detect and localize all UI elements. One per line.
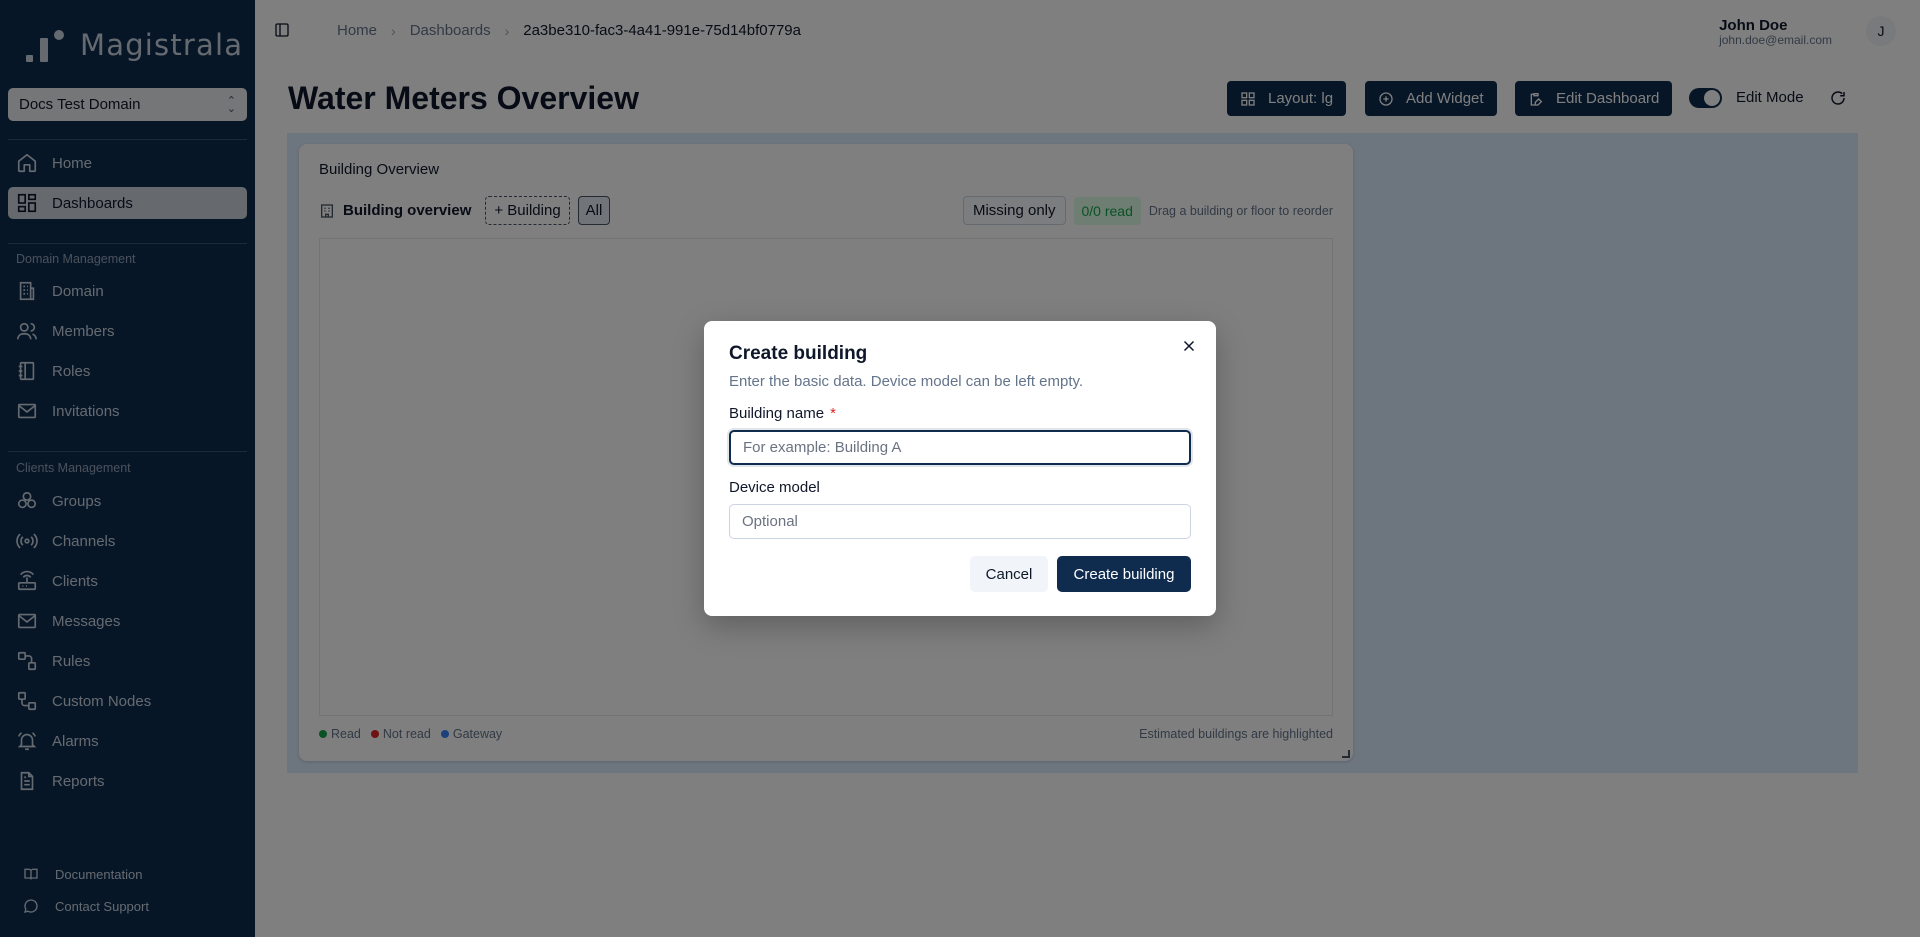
cancel-button[interactable]: Cancel <box>970 556 1048 592</box>
dialog-title: Create building <box>729 343 868 364</box>
device-model-input[interactable] <box>729 504 1191 539</box>
create-building-dialog: Create building Enter the basic data. De… <box>704 321 1216 616</box>
building-name-label: Building name * <box>729 405 836 422</box>
dialog-description: Enter the basic data. Device model can b… <box>729 373 1084 390</box>
required-mark: * <box>830 405 836 422</box>
close-icon[interactable] <box>1180 337 1198 355</box>
building-name-input[interactable] <box>729 430 1191 465</box>
create-building-button[interactable]: Create building <box>1057 556 1191 592</box>
device-model-label: Device model <box>729 479 820 496</box>
